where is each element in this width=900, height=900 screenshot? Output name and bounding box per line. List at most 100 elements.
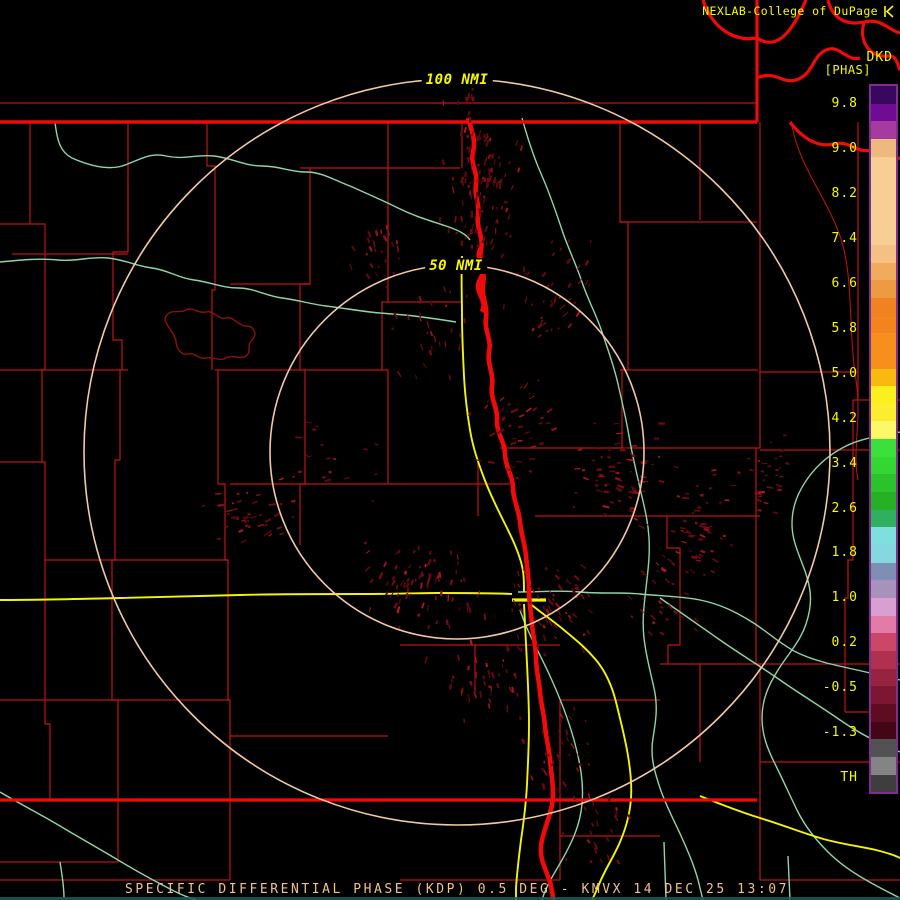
radar-echo: [510, 441, 517, 446]
radar-echo: [403, 570, 408, 575]
nexlab-logo-icon: [884, 4, 894, 18]
radar-echo: [582, 632, 586, 637]
radar-echo: [689, 568, 696, 574]
radar-echo: [573, 301, 577, 305]
radar-echo: [519, 648, 523, 652]
radar-echo: [729, 543, 734, 547]
radar-echo: [616, 461, 622, 464]
radar-echo: [398, 598, 401, 604]
county-lines: [0, 102, 900, 881]
radar-echo: [451, 597, 454, 602]
radar-echo: [584, 279, 589, 286]
radar-echo: [429, 330, 434, 337]
radar-echo: [603, 490, 610, 494]
radar-echo: [422, 363, 427, 369]
radar-echo: [583, 806, 587, 812]
radar-echo: [455, 231, 458, 235]
radar-echo: [231, 507, 238, 511]
range-ring: [269, 264, 645, 640]
radar-echo: [518, 413, 525, 418]
radar-echo: [380, 250, 383, 254]
radar-echo: [542, 299, 545, 304]
radar-echo: [614, 442, 621, 446]
radar-echo: [324, 478, 332, 483]
radar-echo: [779, 475, 784, 478]
radar-echo: [258, 513, 263, 517]
radar-echo: [497, 155, 501, 160]
product-caption: SPECIFIC DIFFERENTIAL PHASE (KDP) 0.5 DE…: [124, 882, 790, 897]
county-line: [381, 122, 463, 484]
colorbar-block: [871, 191, 896, 210]
radar-echo: [465, 294, 468, 298]
county-line: [299, 168, 311, 545]
radar-echo: [641, 597, 645, 601]
radar-echo: [471, 96, 475, 102]
radar-echo: [349, 263, 353, 271]
radar-echo: [676, 495, 681, 498]
radar-echo: [415, 374, 418, 379]
radar-echo: [485, 662, 489, 668]
radar-echo: [396, 245, 400, 253]
radar-echo: [311, 428, 317, 431]
colorbar-block: [871, 615, 896, 634]
radar-echo: [550, 328, 553, 332]
radar-echo: [554, 574, 560, 580]
radar-echo: [248, 525, 251, 529]
radar-echo: [459, 333, 462, 338]
radar-echo: [609, 828, 614, 834]
radar-echo: [201, 504, 206, 507]
radar-echo: [544, 566, 549, 571]
radar-echo: [542, 624, 546, 629]
colorbar-block: [871, 668, 896, 687]
radar-echo: [700, 494, 704, 497]
radar-echo: [514, 674, 518, 679]
radar-echo: [607, 449, 612, 452]
radar-echo: [633, 517, 638, 521]
radar-echo: [570, 742, 575, 749]
radar-echo: [377, 265, 380, 269]
radar-echo: [758, 490, 766, 494]
radar-echo: [443, 286, 447, 293]
radar-echo: [638, 524, 645, 530]
radar-echo: [420, 582, 423, 589]
radar-echo: [467, 185, 470, 188]
colorbar-tick: 9.8: [831, 96, 858, 111]
colorbar-block: [871, 297, 896, 316]
radar-echo: [412, 549, 417, 554]
radar-echo: [439, 590, 443, 597]
radar-echo: [488, 698, 492, 704]
radar-echo: [587, 283, 591, 288]
radar-echo: [730, 484, 737, 487]
radar-echo: [589, 860, 593, 864]
radar-echo: [263, 523, 269, 527]
colorbar-tick: 0.2: [831, 635, 858, 650]
radar-echo: [351, 245, 356, 252]
radar-echo: [476, 244, 479, 248]
radar-echo: [489, 137, 492, 142]
radar-echo: [724, 499, 730, 501]
radar-echo: [588, 609, 593, 614]
radar-echo: [551, 252, 556, 257]
radar-echo: [431, 345, 433, 352]
range-rings: [83, 78, 831, 826]
radar-echo: [395, 239, 399, 245]
colorbar-block: [871, 739, 896, 757]
radar-echo: [626, 594, 633, 600]
radar-echo: [623, 447, 628, 449]
radar-echo: [279, 502, 283, 506]
radar-echo: [378, 572, 384, 580]
radar-echo: [464, 171, 468, 178]
radar-echoes: [201, 79, 790, 865]
radar-echo: [488, 703, 491, 709]
radar-echo: [479, 691, 483, 698]
radar-echo: [405, 582, 410, 588]
radar-echo: [521, 738, 526, 744]
radar-echo: [290, 499, 296, 503]
radar-echo: [525, 407, 532, 413]
colorbar-block: [871, 562, 896, 581]
radar-echo: [391, 579, 396, 586]
colorbar-tick: 3.4: [831, 456, 858, 471]
radar-echo: [517, 425, 524, 429]
radar-echo: [619, 479, 623, 482]
highway-lines: [0, 255, 900, 900]
